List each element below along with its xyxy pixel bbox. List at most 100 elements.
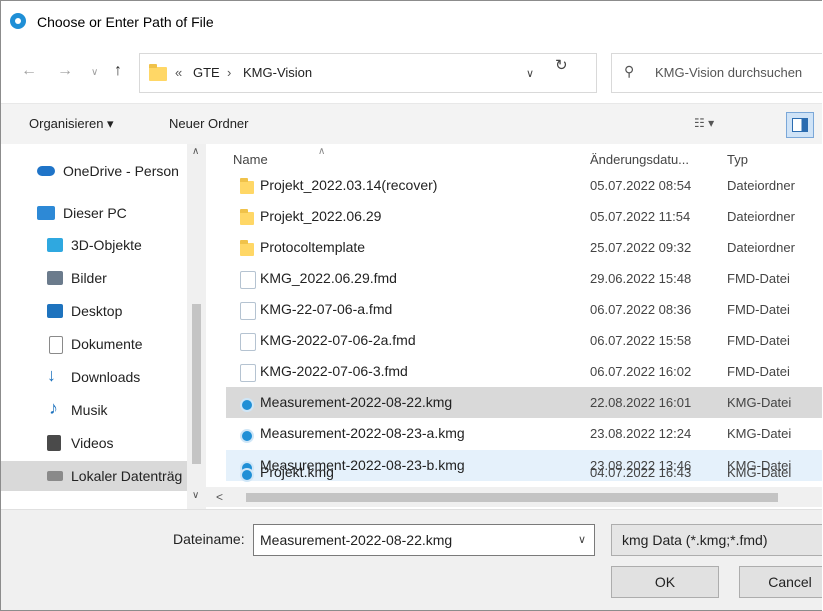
command-bar: Organisieren ▾ Neuer Ordner ☷ ▾ — [1, 103, 822, 145]
breadcrumb-kmg-vision[interactable]: KMG-Vision — [243, 65, 312, 80]
file-name: KMG-2022-07-06-3.fmd — [260, 363, 408, 379]
view-options-icon[interactable]: ☷ ▾ — [694, 116, 714, 130]
address-bar[interactable]: « GTE › KMG-Vision ∨ — [139, 53, 597, 93]
sidebar-item-downloads[interactable]: ↓ Downloads — [1, 362, 206, 392]
file-type: FMD-Datei — [727, 333, 790, 348]
file-type: FMD-Datei — [727, 302, 790, 317]
scroll-up-icon[interactable]: ∧ — [192, 146, 199, 157]
app-icon — [10, 13, 26, 29]
filetype-select[interactable]: kmg Data (*.kmg;*.fmd) — [611, 524, 822, 556]
horizontal-scrollbar[interactable]: < — [206, 487, 822, 507]
cancel-button[interactable]: Cancel — [739, 566, 822, 598]
folder-icon — [240, 209, 254, 225]
file-name: Measurement-2022-08-23-a.kmg — [260, 425, 465, 441]
sidebar-item-desktop[interactable]: Desktop — [1, 296, 206, 326]
sidebar-item-musik[interactable]: ♪ Musik — [1, 395, 206, 425]
file-date: 06.07.2022 15:58 — [590, 333, 692, 348]
ok-button[interactable]: OK — [611, 566, 719, 598]
pictures-icon — [47, 271, 63, 285]
organize-button[interactable]: Organisieren ▾ — [29, 116, 114, 132]
navigation-pane: OneDrive - Person Dieser PC 3D-Objekte B… — [1, 144, 206, 509]
address-dropdown-chevron-icon[interactable]: ∨ — [526, 67, 534, 80]
table-row[interactable]: KMG-2022-07-06-2a.fmd 06.07.2022 15:58 F… — [226, 325, 822, 356]
chevron-down-icon[interactable]: ∨ — [578, 533, 586, 546]
filename-field[interactable]: Measurement-2022-08-22.kmg ∨ — [253, 524, 595, 556]
file-type: FMD-Datei — [727, 364, 790, 379]
file-type: KMG-Datei — [727, 465, 792, 480]
file-name: Projekt_2022.03.14(recover) — [260, 177, 438, 193]
drive-icon — [47, 471, 63, 481]
file-type: Dateiordner — [727, 209, 795, 224]
scroll-down-icon[interactable]: ∨ — [192, 490, 199, 501]
table-row[interactable]: Projekt_2022.06.29 05.07.2022 11:54 Date… — [226, 201, 822, 232]
sidebar-item-bilder[interactable]: Bilder — [1, 263, 206, 293]
new-folder-button[interactable]: Neuer Ordner — [169, 116, 248, 131]
recent-locations-chevron-icon[interactable]: ∨ — [91, 65, 98, 81]
sidebar-item-dieser-pc[interactable]: Dieser PC — [1, 198, 206, 228]
desktop-icon — [47, 304, 63, 318]
file-name: KMG-22-07-06-a.fmd — [260, 301, 393, 317]
file-type: KMG-Datei — [727, 395, 792, 410]
sidebar-item-label: 3D-Objekte — [71, 237, 142, 253]
table-row-selected[interactable]: Measurement-2022-08-22.kmg 22.08.2022 16… — [226, 387, 822, 418]
breadcrumb-overflow[interactable]: « — [175, 65, 182, 80]
fmd-file-icon — [240, 271, 256, 289]
sidebar-item-lokaler-datentraeger[interactable]: Lokaler Datenträg — [1, 461, 206, 491]
search-input[interactable]: KMG-Vision durchsuchen — [655, 65, 802, 80]
pc-icon — [37, 206, 55, 220]
scroll-left-icon[interactable]: < — [216, 490, 223, 504]
table-row[interactable]: Projekt_2022.03.14(recover) 05.07.2022 0… — [226, 170, 822, 201]
back-arrow-icon[interactable]: ← — [21, 63, 37, 79]
table-row[interactable]: Protocoltemplate 25.07.2022 09:32 Dateio… — [226, 232, 822, 263]
breadcrumb-separator-icon: › — [227, 65, 232, 80]
file-date: 05.07.2022 11:54 — [590, 209, 691, 224]
sidebar-item-dokumente[interactable]: Dokumente — [1, 329, 206, 359]
filetype-value: kmg Data (*.kmg;*.fmd) — [622, 532, 768, 548]
window-title: Choose or Enter Path of File — [37, 14, 214, 30]
scrollbar-thumb[interactable] — [192, 304, 201, 464]
file-name: KMG-2022-07-06-2a.fmd — [260, 332, 416, 348]
file-name: Projekt_2022.06.29 — [260, 208, 382, 224]
nav-scrollbar[interactable]: ∧ ∨ — [187, 144, 206, 509]
file-name: Protocoltemplate — [260, 239, 366, 255]
table-row[interactable]: Projekt.kmg 04.07.2022 16:43 KMG-Datei — [226, 458, 822, 487]
sidebar-item-3d-objekte[interactable]: 3D-Objekte — [1, 230, 206, 260]
table-row[interactable]: KMG-22-07-06-a.fmd 06.07.2022 08:36 FMD-… — [226, 294, 822, 325]
sidebar-item-videos[interactable]: Videos — [1, 428, 206, 458]
download-icon: ↓ — [47, 365, 56, 385]
refresh-icon[interactable]: ↻ — [555, 56, 568, 74]
column-header-date[interactable]: Änderungsdatu... — [590, 152, 689, 167]
cancel-button-label: Cancel — [768, 574, 812, 590]
breadcrumb-gte[interactable]: GTE — [193, 65, 220, 80]
file-date: 23.08.2022 12:24 — [590, 426, 692, 441]
file-type: FMD-Datei — [727, 271, 790, 286]
search-box[interactable]: ⚲ KMG-Vision durchsuchen — [611, 53, 822, 93]
dialog-footer: Dateiname: Measurement-2022-08-22.kmg ∨ … — [1, 509, 822, 610]
up-arrow-icon[interactable]: ↑ — [114, 63, 122, 79]
documents-icon — [49, 336, 63, 354]
file-type: Dateiordner — [727, 240, 795, 255]
file-name: Projekt.kmg — [260, 464, 334, 480]
sidebar-item-label: Downloads — [71, 369, 141, 385]
scrollbar-thumb[interactable] — [246, 493, 778, 502]
column-header-type[interactable]: Typ — [727, 152, 748, 167]
file-name: KMG_2022.06.29.fmd — [260, 270, 397, 286]
search-icon: ⚲ — [624, 63, 635, 79]
cube-icon — [47, 238, 63, 252]
table-row[interactable]: KMG_2022.06.29.fmd 29.06.2022 15:48 FMD-… — [226, 263, 822, 294]
file-type: KMG-Datei — [727, 426, 792, 441]
fmd-file-icon — [240, 333, 256, 351]
file-dialog: Choose or Enter Path of File ← → ∨ ↑ « G… — [0, 0, 822, 611]
preview-pane-icon[interactable] — [786, 112, 814, 138]
sidebar-item-label: Desktop — [71, 303, 123, 319]
sidebar-item-label: Bilder — [71, 270, 107, 286]
video-icon — [47, 435, 61, 451]
kmg-file-icon — [240, 468, 254, 482]
table-row[interactable]: KMG-2022-07-06-3.fmd 06.07.2022 16:02 FM… — [226, 356, 822, 387]
sidebar-item-label: Videos — [71, 435, 114, 451]
sidebar-item-onedrive[interactable]: OneDrive - Person — [1, 156, 206, 186]
ok-button-label: OK — [654, 574, 676, 590]
column-header-name[interactable]: Name ∧ — [233, 146, 325, 167]
table-row[interactable]: Measurement-2022-08-23-a.kmg 23.08.2022 … — [226, 418, 822, 449]
forward-arrow-icon[interactable]: → — [57, 63, 73, 79]
